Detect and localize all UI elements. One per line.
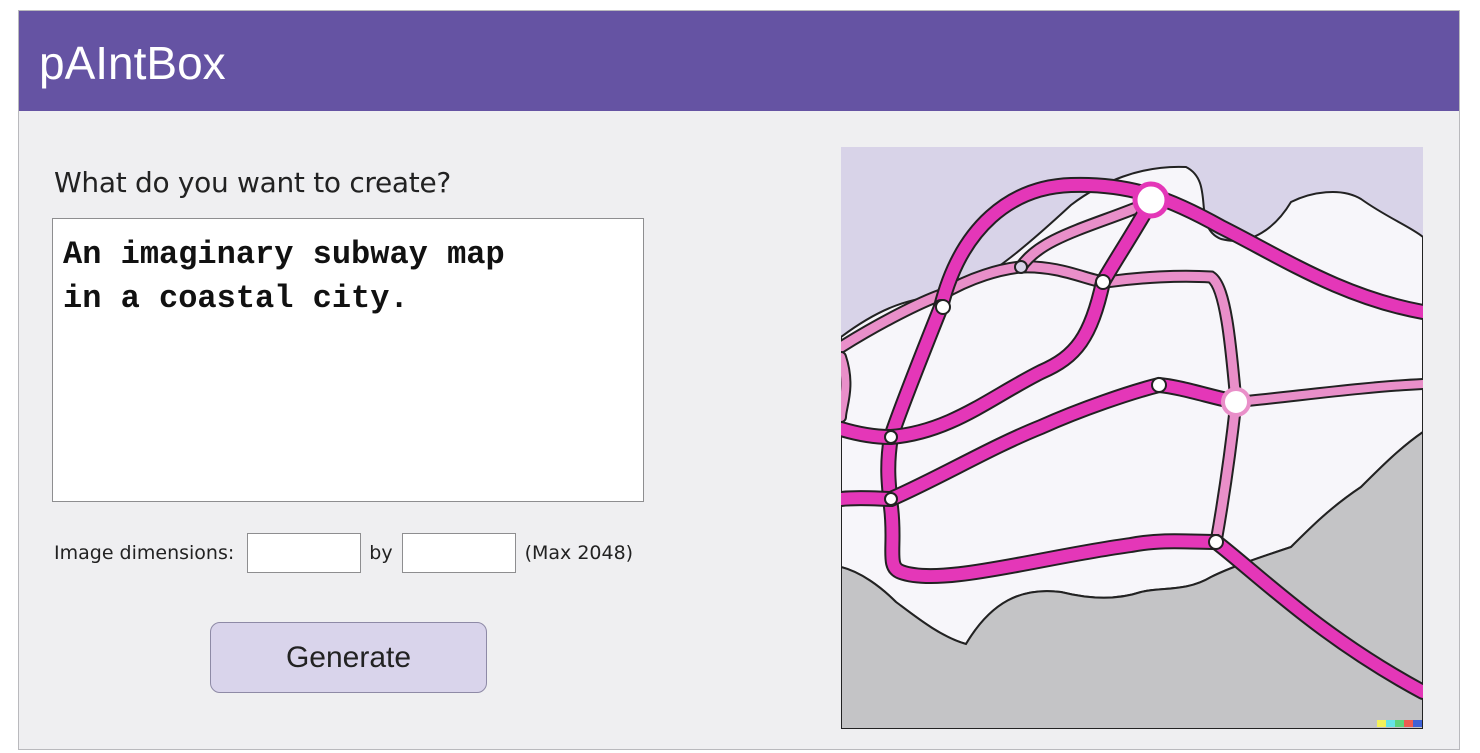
dimensions-label: Image dimensions: bbox=[54, 542, 235, 564]
station-major bbox=[1132, 181, 1170, 219]
station bbox=[1014, 260, 1028, 274]
dimensions-row: Image dimensions: by (Max 2048) bbox=[54, 531, 633, 575]
app-title: pAIntBox bbox=[39, 37, 226, 89]
max-note: (Max 2048) bbox=[524, 542, 634, 564]
station bbox=[935, 299, 951, 315]
by-label: by bbox=[369, 542, 393, 564]
station bbox=[1151, 377, 1167, 393]
header-bar: pAIntBox bbox=[19, 11, 1459, 111]
station bbox=[884, 492, 898, 506]
station bbox=[1208, 534, 1224, 550]
prompt-label: What do you want to create? bbox=[54, 166, 451, 199]
station bbox=[1095, 274, 1111, 290]
generate-button[interactable]: Generate bbox=[210, 622, 487, 693]
prompt-textarea[interactable]: An imaginary subway map in a coastal cit… bbox=[52, 218, 644, 502]
app-window: pAIntBox What do you want to create? An … bbox=[18, 10, 1460, 750]
station bbox=[884, 430, 898, 444]
color-watermark bbox=[1377, 720, 1422, 727]
station-major bbox=[1221, 387, 1251, 417]
generated-image bbox=[841, 147, 1423, 729]
height-input[interactable] bbox=[401, 533, 516, 573]
width-input[interactable] bbox=[247, 533, 362, 573]
